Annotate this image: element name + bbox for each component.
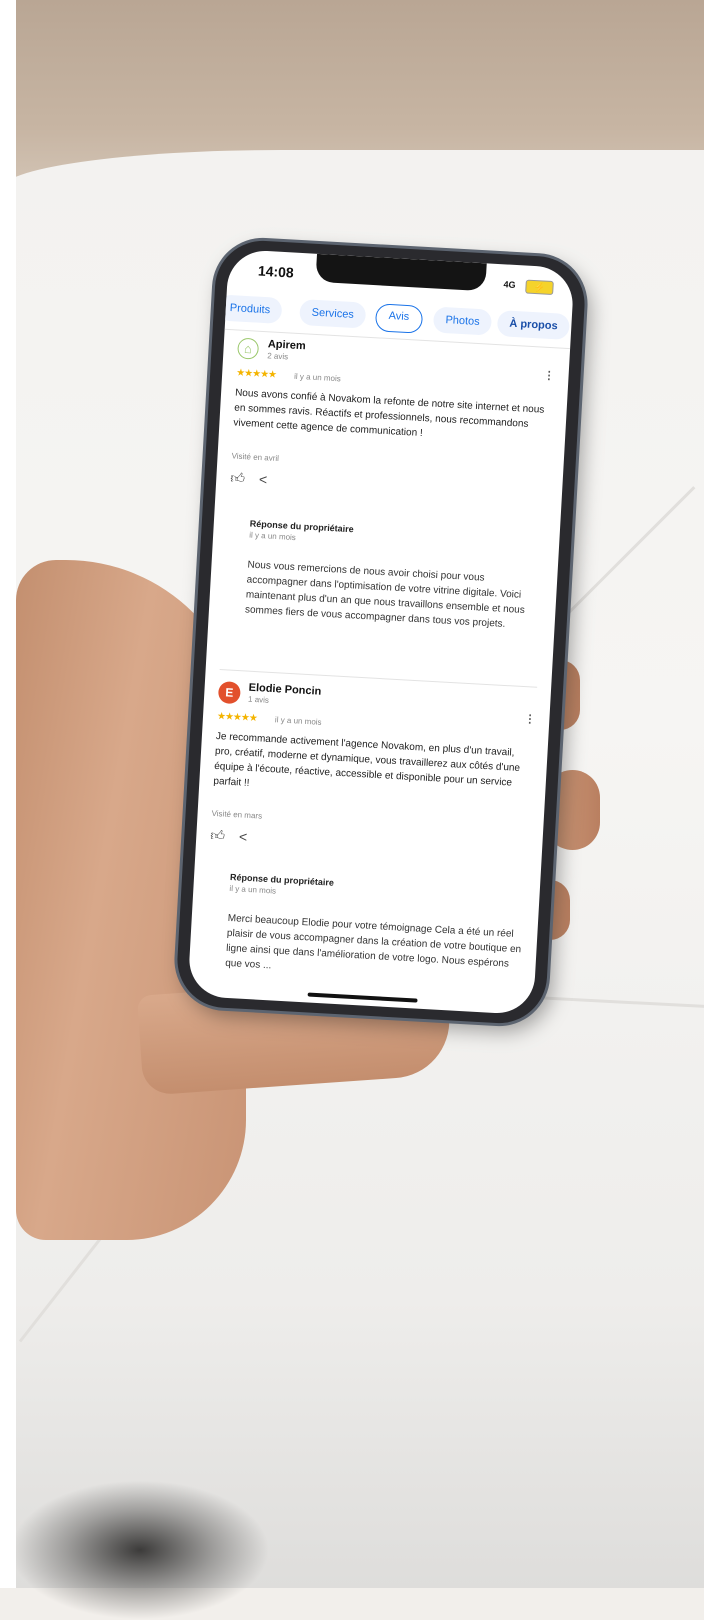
review-date: il y a un mois: [293, 371, 342, 384]
smartphone: 14:08 4G ⚡ Produits Services Avis Photos…: [174, 238, 588, 1026]
share-icon[interactable]: <: [259, 471, 268, 487]
tab-produits[interactable]: Produits: [217, 294, 283, 324]
tab-a-propos[interactable]: À propos: [496, 310, 571, 341]
review-date: il y a un mois: [274, 715, 322, 727]
tab-services[interactable]: Services: [299, 298, 367, 329]
review-item: ⌂ Apirem 2 avis ⋮ ★★★★★ il y a un mois N…: [219, 337, 555, 695]
kebab-icon[interactable]: ⋮: [543, 369, 555, 383]
review-actions: 👍︎ <: [210, 827, 262, 847]
star-rating: ★★★★★: [235, 367, 277, 381]
owner-reply-text: Nous vous remercions de nous avoir chois…: [244, 559, 526, 630]
tab-photos[interactable]: Photos: [432, 306, 493, 336]
kebab-icon[interactable]: ⋮: [524, 712, 536, 726]
star-rating: ★★★★★: [216, 710, 258, 725]
share-icon[interactable]: <: [239, 828, 248, 844]
review-count: 1 avis: [247, 694, 270, 705]
owner-reply: Réponse du propriétaire il y a un mois N…: [245, 519, 546, 634]
avatar: E: [217, 681, 241, 705]
owner-reply: Réponse du propriétaire il y a un mois M…: [225, 872, 526, 987]
tab-bar: Produits Services Avis Photos À propos: [217, 294, 572, 344]
border-strip: [0, 0, 16, 1588]
phone-screen: 14:08 4G ⚡ Produits Services Avis Photos…: [187, 248, 575, 1016]
owner-reply-text: Merci beaucoup Elodie pour votre témoign…: [224, 912, 522, 972]
status-bar: 14:08 4G ⚡: [227, 249, 574, 304]
battery-icon: ⚡: [525, 279, 554, 296]
review-text: Je recommande activement l'agence Novako…: [213, 730, 521, 789]
visit-date: Visité en avril: [231, 451, 280, 464]
review-text: Nous avons confié à Novakom la refonte d…: [233, 387, 545, 440]
reviewer-name[interactable]: Apirem: [268, 338, 307, 352]
review-item: E Elodie Poncin 1 avis ⋮ ★★★★★ il y a un…: [201, 681, 536, 1015]
tab-avis[interactable]: Avis: [374, 303, 423, 334]
status-time: 14:08: [257, 262, 295, 281]
network-indicator: 4G: [503, 279, 516, 290]
review-count: 2 avis: [266, 351, 289, 362]
house-logo-icon: ⌂: [237, 337, 260, 360]
shadow: [10, 1480, 270, 1620]
visit-date: Visité en mars: [211, 808, 263, 821]
thumbs-up-icon[interactable]: 👍︎: [230, 469, 246, 486]
review-actions: 👍︎ <: [230, 469, 282, 489]
thumbs-up-icon[interactable]: 👍︎: [210, 827, 226, 844]
